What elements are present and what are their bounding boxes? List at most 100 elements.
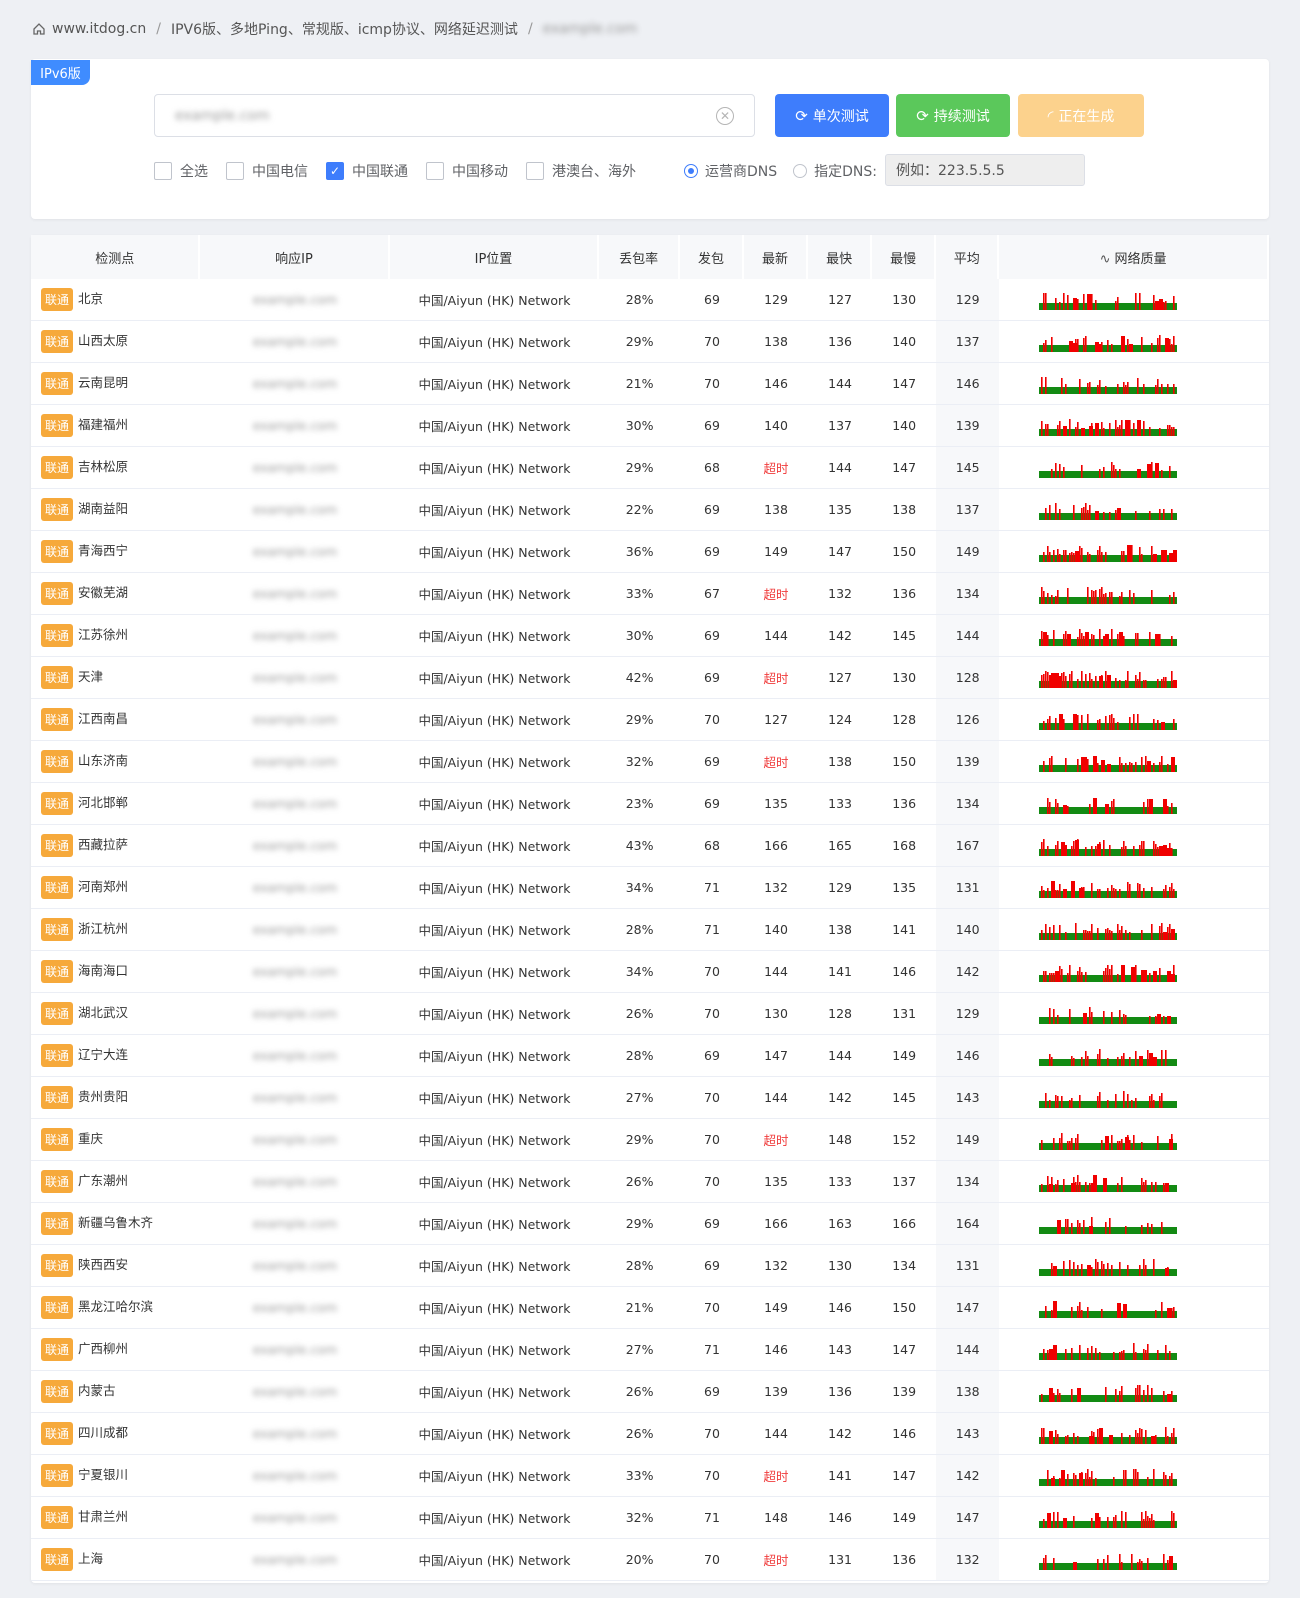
sparkline-loss-tick	[1127, 881, 1129, 898]
response-ip: example.com	[252, 1426, 338, 1441]
sparkline-loss-tick	[1045, 670, 1047, 688]
checkbox-overseas[interactable]: 港澳台、海外	[526, 161, 636, 181]
sparkline-loss-tick	[1121, 419, 1123, 436]
avg-cell: 143	[936, 1077, 1000, 1119]
clear-icon[interactable]: ✕	[716, 106, 734, 125]
generating-button[interactable]: ◜ 正在生成	[1018, 94, 1144, 137]
sparkline-loss-tick	[1103, 1263, 1105, 1276]
checkbox-unicom[interactable]: ✓ 中国联通	[326, 161, 408, 181]
network-quality-sparkline	[1039, 755, 1178, 772]
network-quality-sparkline	[1039, 1553, 1178, 1570]
sparkline-loss-tick	[1091, 1470, 1093, 1486]
checkbox-box[interactable]	[154, 162, 172, 180]
sent-cell: 69	[679, 1203, 744, 1245]
radio-dot[interactable]	[793, 164, 808, 178]
column-header[interactable]: 响应IP	[200, 235, 390, 279]
sent-cell: 70	[679, 1077, 744, 1119]
sparkline-loss-tick	[1057, 1014, 1059, 1024]
sent-cell: 70	[679, 1539, 744, 1581]
sparkline-loss-tick	[1043, 1427, 1045, 1444]
avg-cell: 131	[936, 1245, 1000, 1287]
sparkline-loss-tick	[1125, 762, 1127, 772]
sparkline-loss-tick	[1137, 1384, 1139, 1402]
column-header[interactable]: 发包	[679, 235, 744, 279]
sparkline-loss-tick	[1121, 591, 1123, 604]
sparkline-loss-tick	[1133, 1134, 1135, 1150]
sparkline-loss-tick	[1131, 1099, 1133, 1108]
sparkline-loss-tick	[1149, 798, 1154, 814]
response-ip: example.com	[252, 1006, 338, 1021]
sparkline-loss-tick	[1049, 1053, 1051, 1066]
sparkline-loss-tick	[1139, 292, 1141, 310]
sparkline-loss-tick	[1155, 1434, 1157, 1444]
breadcrumb-page[interactable]: IPV6版、多地Ping、常规版、icmp协议、网络延迟测试	[171, 19, 518, 39]
checkbox-telecom[interactable]: 中国电信	[226, 161, 308, 181]
column-header-quality[interactable]: ∿ 网络质量	[999, 235, 1269, 279]
single-test-button[interactable]: ⟳ 单次测试	[775, 94, 889, 137]
fast-cell: 127	[808, 657, 873, 699]
continuous-test-button[interactable]: ⟳ 持续测试	[896, 94, 1010, 137]
table-row: 联通 西藏拉萨 example.com 中国/Aiyun (HK) Network 43…	[31, 825, 1269, 867]
response-ip: example.com	[252, 334, 338, 349]
column-header[interactable]: IP位置	[389, 235, 600, 279]
slow-cell: 145	[872, 1077, 937, 1119]
slow-cell: 134	[872, 1245, 937, 1287]
sparkline-loss-tick	[1097, 762, 1099, 772]
sparkline-loss-tick	[1053, 629, 1055, 646]
table-row: 联通 山东济南 example.com 中国/Aiyun (HK) Network 32…	[31, 741, 1269, 783]
checkbox-box[interactable]	[426, 162, 444, 180]
dns-input[interactable]: 例如：223.5.5.5	[885, 154, 1085, 186]
radio-custom-dns[interactable]: 指定DNS:	[793, 161, 877, 181]
checkbox-mobile[interactable]: 中国移动	[426, 161, 508, 181]
sparkline-loss-tick	[1043, 551, 1045, 562]
radio-isp-dns[interactable]: 运营商DNS	[684, 161, 777, 181]
sparkline-loss-tick	[1089, 1006, 1091, 1024]
sparkline-loss-tick	[1053, 549, 1055, 562]
column-header[interactable]: 平均	[936, 235, 1000, 279]
breadcrumb-home[interactable]: www.itdog.cn	[52, 21, 146, 37]
sparkline-loss-tick	[1139, 671, 1141, 688]
sparkline-loss-tick	[1099, 588, 1101, 604]
loss-cell: 28%	[599, 1035, 680, 1077]
sparkline-loss-tick	[1053, 1392, 1055, 1402]
sparkline-loss-tick	[1173, 295, 1175, 310]
sparkline-loss-tick	[1113, 1516, 1115, 1528]
checkbox-box[interactable]: ✓	[326, 162, 344, 180]
sparkline-loss-tick	[1125, 929, 1127, 940]
sparkline-loss-tick	[1091, 1266, 1093, 1276]
node-name: 山西太原	[78, 333, 129, 348]
node-cell: 联通 四川成都	[31, 1413, 201, 1455]
column-header[interactable]: 丢包率	[599, 235, 680, 279]
response-ip-cell: example.com	[200, 1245, 390, 1287]
node-cell: 联通 黑龙江哈尔滨	[31, 1287, 201, 1329]
sparkline-loss-tick	[1055, 970, 1060, 982]
sparkline-loss-tick	[1127, 670, 1129, 688]
sparkline-loss-tick	[1097, 1261, 1099, 1276]
checkbox-box[interactable]	[526, 162, 544, 180]
column-header[interactable]: 最慢	[872, 235, 937, 279]
sparkline-loss-tick	[1117, 923, 1119, 940]
network-quality-sparkline	[1039, 1300, 1178, 1318]
isp-badge: 联通	[41, 1464, 74, 1487]
sparkline-loss-tick	[1137, 1561, 1139, 1570]
table-row: 联通 上海 example.com 中国/Aiyun (HK) Network 20% 7…	[31, 1539, 1269, 1581]
checkbox-select-all[interactable]: 全选	[154, 161, 208, 181]
response-ip-cell: example.com	[200, 615, 390, 657]
sparkline-loss-tick	[1057, 889, 1059, 898]
response-ip-cell: example.com	[200, 741, 390, 783]
network-quality-sparkline	[1039, 1090, 1178, 1108]
checkbox-box[interactable]	[226, 162, 244, 180]
column-header[interactable]: 检测点	[31, 235, 201, 279]
sparkline-loss-tick	[1121, 1385, 1123, 1402]
node-cell: 联通 北京	[31, 279, 201, 321]
sparkline-loss-tick	[1083, 929, 1085, 940]
sparkline-loss-tick	[1061, 1095, 1063, 1108]
sparkline-loss-tick	[1097, 343, 1102, 352]
network-quality-sparkline	[1039, 713, 1178, 730]
host-input[interactable]: example.com ✕	[154, 94, 755, 137]
home-icon[interactable]	[32, 22, 46, 36]
radio-dot[interactable]	[684, 164, 698, 178]
column-header[interactable]: 最新	[744, 235, 809, 279]
column-header[interactable]: 最快	[808, 235, 873, 279]
sparkline-loss-tick	[1137, 882, 1139, 898]
